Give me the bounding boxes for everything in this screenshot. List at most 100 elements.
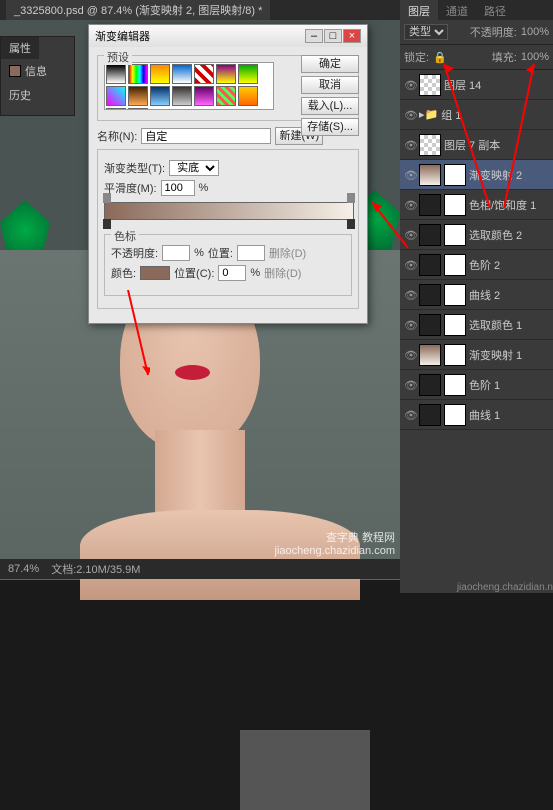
layer-name: 渐变映射 2 [469, 167, 522, 183]
smooth-input[interactable] [161, 180, 195, 196]
opacity-stop[interactable] [103, 193, 111, 203]
layer-row[interactable]: 👁 色阶 1 [400, 370, 553, 400]
dialog-title: 渐变编辑器 [95, 28, 150, 44]
position-input[interactable] [218, 265, 246, 281]
layer-controls: 类型 不透明度: 100% [400, 20, 553, 45]
visibility-icon[interactable]: 👁 [404, 79, 416, 91]
adj-thumb [419, 374, 441, 396]
name-label: 名称(N): [97, 128, 137, 144]
mask-thumb [444, 194, 466, 216]
cancel-button[interactable]: 取消 [301, 76, 359, 94]
minimize-button[interactable]: – [305, 29, 323, 43]
position-input[interactable] [237, 245, 265, 261]
blend-mode-select[interactable]: 类型 [404, 24, 448, 40]
label: 历史 [9, 87, 31, 103]
adj-thumb [419, 314, 441, 336]
pos-label: 位置(C): [174, 265, 214, 281]
layer-row[interactable]: 👁曲线 2 [400, 280, 553, 310]
color-stop[interactable] [347, 219, 355, 229]
layer-row[interactable]: 👁 色相/饱和度 1 [400, 190, 553, 220]
visibility-icon[interactable]: 👁 [404, 319, 416, 331]
color-stop[interactable] [103, 219, 111, 229]
folder-icon: ▸📁 [419, 108, 438, 121]
info-row[interactable]: 信息 [1, 59, 74, 83]
tab-layers[interactable]: 图层 [400, 0, 438, 20]
properties-tab[interactable]: 属性 [1, 37, 39, 59]
layer-row[interactable]: 👁 选取颜色 2 [400, 220, 553, 250]
gradient-bar[interactable] [104, 202, 354, 220]
type-select[interactable]: 实底 [169, 160, 219, 176]
visibility-icon[interactable]: 👁 [404, 229, 416, 241]
swatch-icon [9, 65, 21, 77]
label: 信息 [25, 63, 47, 79]
delete-link[interactable]: 删除(D) [269, 245, 306, 261]
tab-paths[interactable]: 路径 [476, 0, 514, 20]
layer-name: 色相/饱和度 1 [469, 197, 536, 213]
opacity-label: 不透明度: [111, 245, 158, 261]
visibility-icon[interactable]: 👁 [404, 349, 416, 361]
dialog-buttons: 确定 取消 载入(L)... 存储(S)... [301, 55, 359, 136]
history-row[interactable]: 历史 [1, 83, 74, 107]
visibility-icon[interactable]: 👁 [404, 289, 416, 301]
visibility-icon[interactable]: 👁 [404, 169, 416, 181]
layer-controls-2: 锁定: 🔒 填充: 100% [400, 45, 553, 70]
color-swatch[interactable] [140, 266, 170, 280]
layer-row[interactable]: 👁图层 14 [400, 70, 553, 100]
visibility-icon[interactable]: 👁 [404, 409, 416, 421]
name-input[interactable] [141, 128, 271, 144]
wm-line1: 查字典 教程网 [275, 529, 395, 545]
mask-thumb [444, 164, 466, 186]
layer-row[interactable]: 👁色阶 2 [400, 250, 553, 280]
adj-thumb [419, 164, 441, 186]
type-label: 渐变类型(T): [104, 160, 165, 176]
opacity-value[interactable]: 100% [521, 26, 549, 38]
overlay [240, 730, 370, 810]
mask-thumb [444, 344, 466, 366]
preset-grid[interactable] [104, 62, 274, 110]
visibility-icon[interactable]: 👁 [404, 139, 416, 151]
visibility-icon[interactable]: 👁 [404, 259, 416, 271]
visibility-icon[interactable]: 👁 [404, 379, 416, 391]
opacity-row: 不透明度: % 位置: 删除(D) [111, 245, 345, 261]
lock-icon[interactable]: 🔒 [433, 51, 447, 64]
adj-thumb [419, 194, 441, 216]
mask-thumb [444, 404, 466, 426]
adj-thumb [419, 284, 441, 306]
close-button[interactable]: × [343, 29, 361, 43]
type-row: 渐变类型(T): 实底 [104, 160, 352, 176]
presets-label: 预设 [104, 49, 132, 65]
layer-row[interactable]: 👁 曲线 1 [400, 400, 553, 430]
layer-row[interactable]: 👁 渐变映射 2 [400, 160, 553, 190]
mask-thumb [444, 314, 466, 336]
opacity-stop[interactable] [347, 193, 355, 203]
visibility-icon[interactable]: 👁 [404, 109, 416, 121]
fill-label: 填充: [492, 49, 517, 65]
layer-row[interactable]: 👁 图层 7 副本 [400, 130, 553, 160]
layer-name: 色阶 1 [469, 377, 500, 393]
maximize-button[interactable]: □ [324, 29, 342, 43]
window-buttons: – □ × [305, 29, 361, 43]
load-button[interactable]: 载入(L)... [301, 97, 359, 115]
opacity-input[interactable] [162, 245, 190, 261]
save-button[interactable]: 存储(S)... [301, 118, 359, 136]
properties-panel: 属性 信息 历史 [0, 36, 75, 116]
layer-name: 图层 7 副本 [444, 137, 500, 153]
stops-section: 色标 不透明度: % 位置: 删除(D) 颜色: 位置(C): % 删除(D) [104, 234, 352, 296]
layer-row[interactable]: 👁渐变映射 1 [400, 340, 553, 370]
document-tab[interactable]: _3325800.psd @ 87.4% (渐变映射 2, 图层映射/8) * [6, 0, 270, 20]
watermark: 查字典 教程网 jiaocheng.chazidian.com [275, 529, 395, 557]
zoom-level[interactable]: 87.4% [8, 563, 39, 575]
layer-row[interactable]: 👁▸📁组 1 [400, 100, 553, 130]
delete-link[interactable]: 删除(D) [264, 265, 301, 281]
layer-name: 选取颜色 2 [469, 227, 522, 243]
wm-line2: jiaocheng.chazidian.com [275, 545, 395, 557]
color-label: 颜色: [111, 265, 136, 281]
dialog-titlebar[interactable]: 渐变编辑器 – □ × [89, 25, 367, 47]
fill-value[interactable]: 100% [521, 51, 549, 63]
layer-name: 曲线 1 [469, 407, 500, 423]
ok-button[interactable]: 确定 [301, 55, 359, 73]
visibility-icon[interactable]: 👁 [404, 199, 416, 211]
tab-channels[interactable]: 通道 [438, 0, 476, 20]
layer-row[interactable]: 👁选取颜色 1 [400, 310, 553, 340]
unit: % [199, 182, 209, 194]
